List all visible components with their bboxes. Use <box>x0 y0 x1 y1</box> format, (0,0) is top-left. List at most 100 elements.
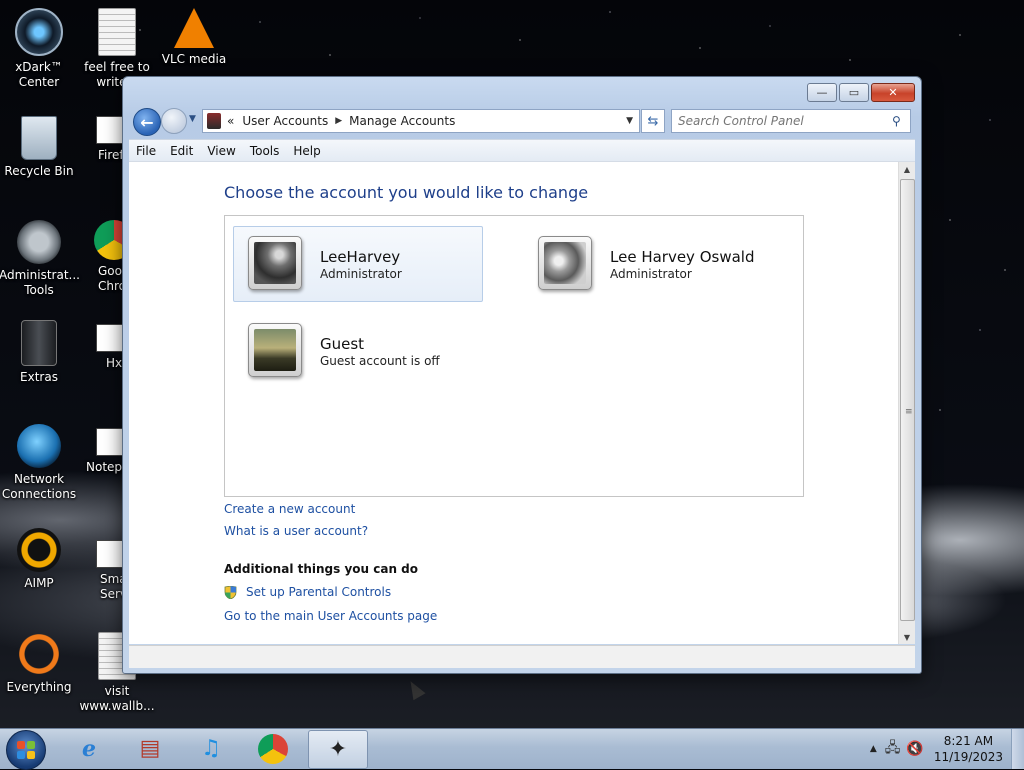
music-player-icon: ♫ <box>201 736 221 761</box>
show-desktop-button[interactable] <box>1011 729 1024 769</box>
address-dropdown-icon[interactable]: ▼ <box>626 116 633 126</box>
avatar <box>248 323 302 377</box>
page-title: Choose the account you would like to cha… <box>224 183 589 202</box>
back-button[interactable]: ← <box>133 108 161 136</box>
grip-icon: ≡ <box>905 407 913 417</box>
vertical-scrollbar[interactable]: ▲ ≡ ▼ <box>898 162 915 644</box>
taskbar-music-player[interactable]: ♫ <box>182 730 240 767</box>
scroll-down-icon[interactable]: ▼ <box>899 630 915 644</box>
scroll-up-icon[interactable]: ▲ <box>899 162 915 176</box>
window-controls: — ▭ ✕ <box>807 83 915 102</box>
taskbar-chrome[interactable] <box>244 730 302 767</box>
maximize-button[interactable]: ▭ <box>839 83 869 102</box>
account-role: Guest account is off <box>320 354 440 368</box>
accounts-list: LeeHarvey Administrator Lee Harvey Oswal… <box>224 215 804 497</box>
main-user-accounts-link[interactable]: Go to the main User Accounts page <box>224 609 437 623</box>
recent-pages-dropdown[interactable]: ▼ <box>189 114 196 124</box>
clock-time: 8:21 AM <box>943 734 994 748</box>
navigation-bar: ← ▼ « User Accounts ▶ Manage Accounts ▼ … <box>129 107 915 136</box>
account-name: Lee Harvey Oswald <box>610 248 755 266</box>
address-bar[interactable]: « User Accounts ▶ Manage Accounts ▼ <box>202 109 640 133</box>
windows-logo-icon <box>17 741 35 759</box>
desktop-icon-label: AIMP <box>24 576 54 590</box>
desktop-icon-network-connections[interactable]: Network Connections <box>0 424 79 502</box>
text-document-icon <box>98 8 136 56</box>
account-role: Administrator <box>320 267 402 281</box>
breadcrumb-separator-icon[interactable]: ▶ <box>335 116 342 126</box>
avatar <box>538 236 592 290</box>
menu-help[interactable]: Help <box>286 144 327 158</box>
taskbar-internet-explorer[interactable]: e <box>60 730 118 767</box>
forward-button[interactable] <box>161 108 187 134</box>
folder-icon <box>21 320 57 366</box>
clock-date: 11/19/2023 <box>933 750 1003 764</box>
show-hidden-icons-button[interactable]: ▲ <box>870 744 877 754</box>
additional-things-heading: Additional things you can do <box>224 562 419 576</box>
account-picture-icon <box>254 242 296 284</box>
breadcrumb-user-accounts[interactable]: User Accounts <box>242 114 328 128</box>
recycle-bin-icon <box>21 116 57 160</box>
search-icon[interactable]: ⚲ <box>892 114 910 128</box>
desktop-icon-admin-tools[interactable]: Administrat... Tools <box>0 220 80 298</box>
what-is-user-account-link[interactable]: What is a user account? <box>224 524 368 538</box>
desktop-icon-label: Network Connections <box>1 472 77 501</box>
account-tile-lee-harvey-oswald[interactable]: Lee Harvey Oswald Administrator <box>523 226 773 302</box>
parental-controls-link[interactable]: Set up Parental Controls <box>246 585 391 599</box>
network-icon <box>17 424 61 468</box>
desktop-icon-recycle-bin[interactable]: Recycle Bin <box>0 116 79 179</box>
search-input[interactable] <box>672 113 892 129</box>
avatar <box>248 236 302 290</box>
control-panel-icon: ✦ <box>328 737 348 762</box>
account-tile-leeharvey[interactable]: LeeHarvey Administrator <box>233 226 483 302</box>
internet-explorer-icon: e <box>82 735 96 762</box>
menu-bar: File Edit View Tools Help <box>129 139 915 161</box>
menu-file[interactable]: File <box>129 144 163 158</box>
menu-edit[interactable]: Edit <box>163 144 200 158</box>
manage-accounts-window: — ▭ ✕ ← ▼ « User Accounts ▶ Manage Accou… <box>122 76 922 674</box>
taskbar-control-panel[interactable]: ✦ <box>308 730 368 769</box>
taskbar-app-window[interactable]: ▤ <box>121 730 179 767</box>
desktop-icon-label: Extras <box>20 370 58 384</box>
account-role: Administrator <box>610 267 692 281</box>
desktop-icon-label: Recycle Bin <box>4 164 74 178</box>
desktop-icon-vlc[interactable]: VLC media <box>154 8 234 67</box>
account-name: Guest <box>320 335 365 353</box>
taskbar: e ▤ ♫ ✦ ▲ 🖧 🔇 8:21 AM 11/19/2023 <box>0 728 1024 770</box>
mouse-cursor-icon <box>404 677 426 701</box>
network-status-icon[interactable]: 🖧 <box>885 737 901 761</box>
everything-icon <box>17 632 61 676</box>
address-overflow-chevron[interactable]: « <box>227 114 234 128</box>
content-pane: Choose the account you would like to cha… <box>129 161 915 644</box>
desktop-icon-everything[interactable]: Everything <box>0 632 79 695</box>
shield-icon <box>224 586 237 599</box>
status-bar <box>129 645 915 668</box>
desktop-icon-label: visit www.wallb... <box>79 684 155 713</box>
refresh-icon: ⇆ <box>647 113 659 129</box>
minimize-button[interactable]: — <box>807 83 837 102</box>
vlc-icon <box>174 8 214 48</box>
aimp-icon <box>17 528 61 572</box>
search-box[interactable]: ⚲ <box>671 109 911 133</box>
menu-view[interactable]: View <box>200 144 242 158</box>
desktop-icon-label: VLC media <box>161 52 227 66</box>
refresh-button[interactable]: ⇆ <box>641 109 665 133</box>
start-button[interactable] <box>6 730 46 770</box>
desktop-icon-xdark-center[interactable]: xDark™ Center <box>0 8 79 90</box>
account-tile-guest[interactable]: Guest Guest account is off <box>233 313 483 389</box>
app-window-icon: ▤ <box>139 736 161 761</box>
desktop-icon-extras[interactable]: Extras <box>0 320 79 385</box>
scrollbar-thumb[interactable]: ≡ <box>900 179 915 621</box>
account-picture-icon <box>544 242 586 284</box>
volume-muted-icon[interactable]: 🔇 <box>906 741 923 757</box>
create-new-account-link[interactable]: Create a new account <box>224 502 355 516</box>
back-arrow-icon: ← <box>140 112 154 132</box>
menu-tools[interactable]: Tools <box>243 144 287 158</box>
account-name: LeeHarvey <box>320 248 401 266</box>
desktop-icon-aimp[interactable]: AIMP <box>0 528 79 591</box>
close-button[interactable]: ✕ <box>871 83 915 102</box>
xdark-icon <box>15 8 63 56</box>
breadcrumb-manage-accounts[interactable]: Manage Accounts <box>349 114 455 128</box>
clock[interactable]: 8:21 AM 11/19/2023 <box>934 733 1003 765</box>
desktop-icon-label: xDark™ Center <box>15 60 63 89</box>
admin-tools-icon <box>17 220 61 264</box>
